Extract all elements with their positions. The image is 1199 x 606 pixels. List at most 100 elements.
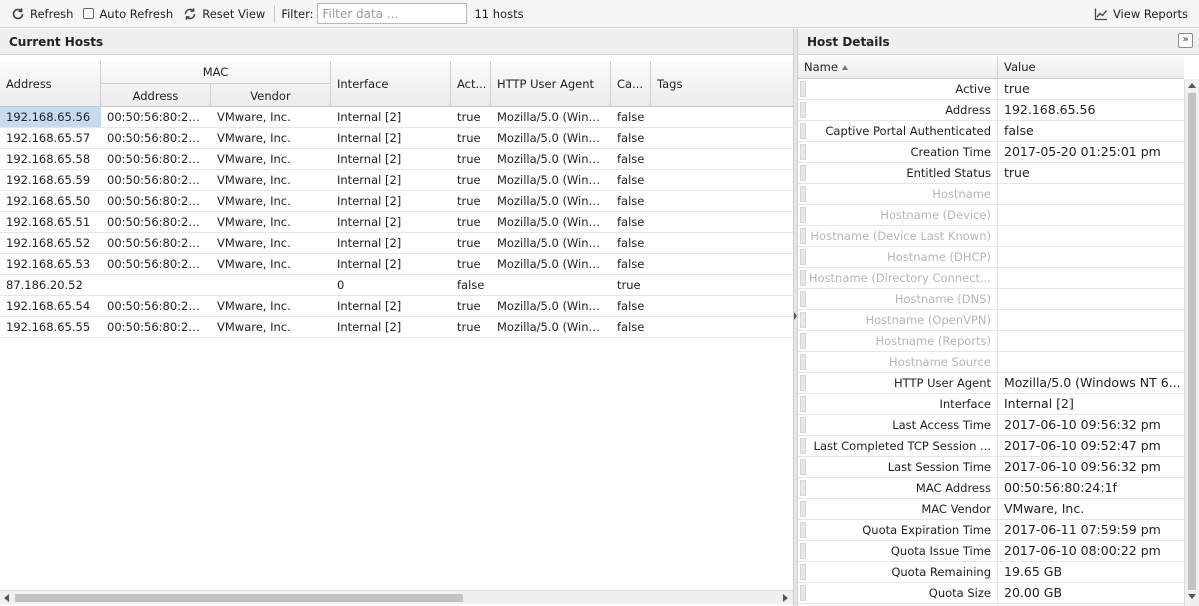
host-cell-tags[interactable] bbox=[651, 233, 793, 253]
host-cell-tags[interactable] bbox=[651, 191, 793, 211]
detail-row[interactable]: Hostname (Device Last Known) bbox=[798, 226, 1184, 247]
host-cell-address[interactable]: 192.168.65.52 bbox=[0, 233, 101, 253]
host-cell-active[interactable]: true bbox=[451, 170, 491, 190]
host-row[interactable]: 192.168.65.53 00:50:56:80:24... VMware, In… bbox=[0, 254, 793, 275]
host-cell-address[interactable]: 192.168.65.57 bbox=[0, 128, 101, 148]
host-cell-agent[interactable]: Mozilla/5.0 (Windo... bbox=[491, 233, 611, 253]
host-cell-captive[interactable]: false bbox=[611, 191, 651, 211]
host-cell-captive[interactable]: false bbox=[611, 170, 651, 190]
host-cell-captive[interactable]: true bbox=[611, 275, 651, 295]
host-cell-interface[interactable]: Internal [2] bbox=[331, 107, 451, 127]
host-row[interactable]: 192.168.65.57 00:50:56:80:24... VMware, In… bbox=[0, 128, 793, 149]
filter-input[interactable] bbox=[317, 3, 468, 24]
detail-row[interactable]: Last Completed TCP Session ... 2017-06-10… bbox=[798, 436, 1184, 457]
host-cell-tags[interactable] bbox=[651, 275, 793, 295]
host-cell-captive[interactable]: false bbox=[611, 254, 651, 274]
host-cell-active[interactable]: false bbox=[451, 275, 491, 295]
host-cell-interface[interactable]: Internal [2] bbox=[331, 128, 451, 148]
host-cell-captive[interactable]: false bbox=[611, 317, 651, 337]
host-cell-vendor[interactable]: VMware, Inc. bbox=[211, 107, 331, 127]
host-cell-address[interactable]: 192.168.65.56 bbox=[0, 107, 101, 127]
details-value-header[interactable]: Value bbox=[998, 56, 1184, 78]
host-row[interactable]: 192.168.65.51 00:50:56:80:24... VMware, In… bbox=[0, 212, 793, 233]
host-cell-vendor[interactable]: VMware, Inc. bbox=[211, 128, 331, 148]
detail-row[interactable]: Hostname (Directory Connect... bbox=[798, 268, 1184, 289]
host-cell-active[interactable]: true bbox=[451, 296, 491, 316]
scroll-down-icon[interactable] bbox=[1188, 594, 1196, 599]
host-cell-agent[interactable]: Mozilla/5.0 (Windo... bbox=[491, 254, 611, 274]
host-cell-vendor[interactable] bbox=[211, 275, 331, 295]
host-cell-captive[interactable]: false bbox=[611, 128, 651, 148]
host-cell-tags[interactable] bbox=[651, 212, 793, 232]
host-cell-captive[interactable]: false bbox=[611, 296, 651, 316]
host-cell-active[interactable]: true bbox=[451, 233, 491, 253]
host-cell-vendor[interactable]: VMware, Inc. bbox=[211, 170, 331, 190]
scroll-left-icon[interactable] bbox=[4, 594, 9, 602]
col-mac-vendor-header[interactable]: Vendor bbox=[211, 84, 331, 107]
host-cell-mac[interactable]: 00:50:56:80:24... bbox=[101, 233, 211, 253]
host-cell-mac[interactable]: 00:50:56:80:24... bbox=[101, 317, 211, 337]
auto-refresh-toggle[interactable]: Auto Refresh bbox=[78, 3, 178, 25]
host-cell-address[interactable]: 192.168.65.50 bbox=[0, 191, 101, 211]
detail-row[interactable]: Quota Issue Time 2017-06-10 08:00:22 pm bbox=[798, 541, 1184, 562]
host-cell-captive[interactable]: false bbox=[611, 107, 651, 127]
host-cell-agent[interactable] bbox=[491, 275, 611, 295]
host-cell-interface[interactable]: Internal [2] bbox=[331, 317, 451, 337]
detail-row[interactable]: Hostname bbox=[798, 184, 1184, 205]
detail-row[interactable]: Hostname (DNS) bbox=[798, 289, 1184, 310]
reset-view-button[interactable]: Reset View bbox=[178, 3, 270, 25]
host-cell-captive[interactable]: false bbox=[611, 212, 651, 232]
host-row[interactable]: 192.168.65.55 00:50:56:80:24... VMware, In… bbox=[0, 317, 793, 338]
host-row[interactable]: 87.186.20.52 0 false true bbox=[0, 275, 793, 296]
host-cell-active[interactable]: true bbox=[451, 212, 491, 232]
refresh-button[interactable]: Refresh bbox=[6, 3, 78, 25]
host-cell-mac[interactable]: 00:50:56:80:24... bbox=[101, 191, 211, 211]
detail-row[interactable]: Captive Portal Authenticated false bbox=[798, 121, 1184, 142]
host-cell-vendor[interactable]: VMware, Inc. bbox=[211, 296, 331, 316]
host-cell-mac[interactable]: 00:50:56:80:24... bbox=[101, 296, 211, 316]
host-row[interactable]: 192.168.65.59 00:50:56:80:24... VMware, In… bbox=[0, 170, 793, 191]
col-address-header[interactable]: Address bbox=[0, 61, 101, 107]
host-cell-agent[interactable]: Mozilla/5.0 (Windo... bbox=[491, 212, 611, 232]
scroll-up-icon[interactable] bbox=[1188, 83, 1196, 88]
host-row[interactable]: 192.168.65.54 00:50:56:80:24... VMware, In… bbox=[0, 296, 793, 317]
detail-row[interactable]: MAC Vendor VMware, Inc. bbox=[798, 499, 1184, 520]
host-cell-vendor[interactable]: VMware, Inc. bbox=[211, 191, 331, 211]
host-cell-active[interactable]: true bbox=[451, 317, 491, 337]
host-cell-mac[interactable] bbox=[101, 275, 211, 295]
host-cell-agent[interactable]: Mozilla/5.0 (Windo... bbox=[491, 170, 611, 190]
scrollbar-thumb[interactable] bbox=[15, 594, 463, 602]
host-cell-active[interactable]: true bbox=[451, 254, 491, 274]
col-http-user-agent-header[interactable]: HTTP User Agent bbox=[491, 61, 611, 107]
host-cell-vendor[interactable]: VMware, Inc. bbox=[211, 317, 331, 337]
detail-row[interactable]: Address 192.168.65.56 bbox=[798, 100, 1184, 121]
host-cell-agent[interactable]: Mozilla/5.0 (Windo... bbox=[491, 149, 611, 169]
host-cell-captive[interactable]: false bbox=[611, 233, 651, 253]
host-cell-vendor[interactable]: VMware, Inc. bbox=[211, 212, 331, 232]
auto-refresh-checkbox[interactable] bbox=[83, 8, 95, 19]
host-cell-agent[interactable]: Mozilla/5.0 (Windo... bbox=[491, 107, 611, 127]
host-cell-active[interactable]: true bbox=[451, 191, 491, 211]
host-cell-address[interactable]: 192.168.65.55 bbox=[0, 317, 101, 337]
host-cell-interface[interactable]: Internal [2] bbox=[331, 233, 451, 253]
view-reports-button[interactable]: View Reports bbox=[1089, 3, 1193, 25]
host-cell-tags[interactable] bbox=[651, 254, 793, 274]
host-cell-interface[interactable]: Internal [2] bbox=[331, 149, 451, 169]
detail-row[interactable]: Entitled Status true bbox=[798, 163, 1184, 184]
detail-row[interactable]: Hostname (Reports) bbox=[798, 331, 1184, 352]
host-cell-tags[interactable] bbox=[651, 317, 793, 337]
scroll-right-icon[interactable] bbox=[783, 594, 788, 602]
detail-row[interactable]: Interface Internal [2] bbox=[798, 394, 1184, 415]
col-interface-header[interactable]: Interface bbox=[331, 61, 451, 107]
host-row[interactable]: 192.168.65.58 00:50:56:80:24... VMware, In… bbox=[0, 149, 793, 170]
detail-row[interactable]: MAC Address 00:50:56:80:24:1f bbox=[798, 478, 1184, 499]
detail-row[interactable]: Hostname (DHCP) bbox=[798, 247, 1184, 268]
host-cell-address[interactable]: 192.168.65.53 bbox=[0, 254, 101, 274]
host-row[interactable]: 192.168.65.52 00:50:56:80:24... VMware, In… bbox=[0, 233, 793, 254]
host-cell-address[interactable]: 192.168.65.58 bbox=[0, 149, 101, 169]
host-cell-mac[interactable]: 00:50:56:80:24... bbox=[101, 149, 211, 169]
host-cell-captive[interactable]: false bbox=[611, 149, 651, 169]
host-cell-agent[interactable]: Mozilla/5.0 (Windo... bbox=[491, 317, 611, 337]
collapse-panel-icon[interactable]: » bbox=[1178, 33, 1193, 48]
host-cell-active[interactable]: true bbox=[451, 149, 491, 169]
